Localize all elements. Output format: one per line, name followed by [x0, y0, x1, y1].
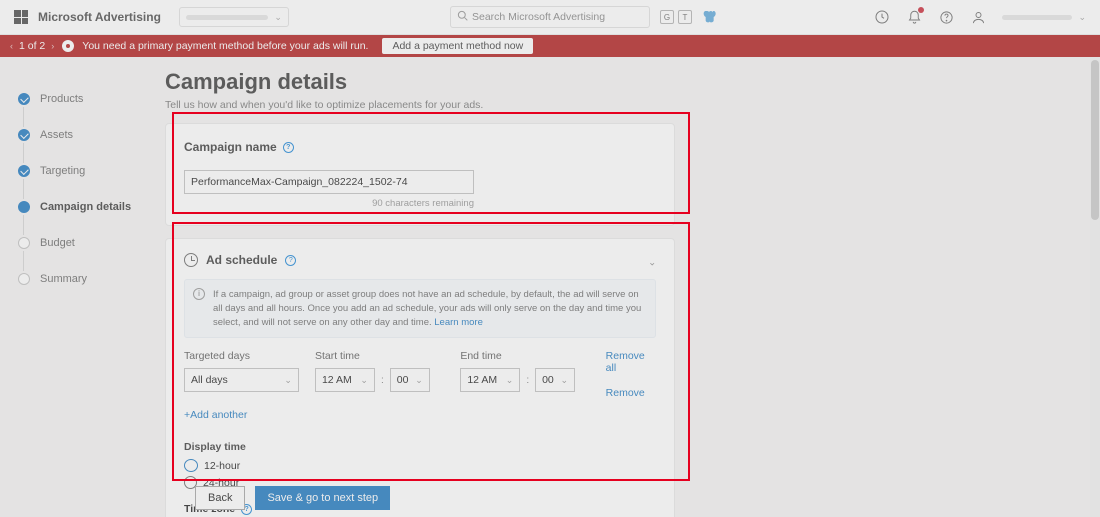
brand-name: Microsoft Advertising	[38, 10, 161, 24]
chevron-down-icon: ⌄	[1078, 12, 1086, 23]
app-header: Microsoft Advertising ⌄ Search Microsoft…	[0, 0, 1100, 35]
step-current-icon	[18, 201, 30, 213]
help-tooltip-icon[interactable]: ?	[285, 255, 296, 266]
start-min-select[interactable]: 00⌄	[390, 368, 430, 392]
account-name-placeholder	[186, 15, 268, 20]
pager-prev-icon[interactable]: ‹	[10, 41, 13, 51]
header-badges: G T	[660, 8, 718, 26]
feedback-icon[interactable]	[874, 9, 890, 25]
page-title: Campaign details	[165, 69, 1070, 95]
search-placeholder: Search Microsoft Advertising	[472, 11, 605, 23]
content-area: Campaign details Tell us how and when yo…	[165, 57, 1100, 517]
notifications-icon[interactable]	[906, 9, 922, 25]
ad-schedule-title: Ad schedule	[206, 253, 277, 267]
step-todo-icon	[18, 273, 30, 285]
chevron-down-icon: ⌄	[284, 375, 292, 386]
radio-selected-icon	[184, 459, 198, 472]
campaign-name-input[interactable]	[184, 170, 474, 194]
col-days-label: Targeted days	[184, 350, 299, 362]
step-budget[interactable]: Budget	[18, 225, 165, 261]
chevron-down-icon: ⌄	[415, 375, 423, 386]
badge-t[interactable]: T	[678, 10, 692, 24]
step-targeting[interactable]: Targeting	[18, 153, 165, 189]
badge-g[interactable]: G	[660, 10, 674, 24]
user-icon[interactable]	[970, 9, 986, 25]
start-hour-select[interactable]: 12 AM⌄	[315, 368, 375, 392]
alert-dot-icon	[62, 40, 74, 52]
schedule-info: i If a campaign, ad group or asset group…	[184, 279, 656, 338]
collapse-icon[interactable]: ⌃	[648, 255, 656, 266]
step-label: Summary	[40, 273, 87, 285]
remove-all-link[interactable]: Remove all	[606, 350, 656, 374]
time-sep: :	[526, 375, 529, 386]
account-switcher[interactable]: ⌄	[179, 7, 289, 27]
scrollbar-thumb[interactable]	[1091, 60, 1099, 220]
step-products[interactable]: Products	[18, 81, 165, 117]
clock-icon	[184, 253, 198, 267]
wizard-footer: Back Save & go to next step	[165, 479, 1088, 517]
col-end-label: End time	[460, 350, 589, 362]
chevron-down-icon: ⌄	[360, 375, 368, 386]
add-payment-button[interactable]: Add a payment method now	[382, 38, 533, 54]
days-value: All days	[191, 374, 228, 386]
remove-link[interactable]: Remove	[606, 387, 656, 399]
campaign-name-card: Campaign name ? 90 characters remaining	[165, 123, 675, 226]
save-next-button[interactable]: Save & go to next step	[255, 486, 390, 510]
user-name-placeholder	[1002, 15, 1072, 20]
microsoft-logo-icon	[14, 10, 28, 24]
page-subtitle: Tell us how and when you'd like to optim…	[165, 99, 1070, 111]
step-label: Products	[40, 93, 83, 105]
search-input[interactable]: Search Microsoft Advertising	[450, 6, 650, 28]
end-hour-select[interactable]: 12 AM⌄	[460, 368, 520, 392]
chevron-down-icon: ⌄	[561, 375, 569, 386]
help-icon[interactable]	[938, 9, 954, 25]
chevron-down-icon: ⌄	[506, 375, 514, 386]
step-label: Targeting	[40, 165, 85, 177]
col-start-label: Start time	[315, 350, 444, 362]
search-icon	[457, 10, 468, 24]
step-done-icon	[18, 165, 30, 177]
copilot-icon[interactable]	[700, 8, 718, 26]
char-remaining: 90 characters remaining	[184, 198, 474, 209]
step-label: Campaign details	[40, 201, 131, 213]
radio-12-label: 12-hour	[204, 460, 240, 472]
time-sep: :	[381, 375, 384, 386]
step-todo-icon	[18, 237, 30, 249]
info-icon: i	[193, 288, 205, 300]
info-text: If a campaign, ad group or asset group d…	[213, 289, 641, 328]
back-button[interactable]: Back	[195, 486, 245, 510]
step-done-icon	[18, 129, 30, 141]
campaign-name-label: Campaign name	[184, 140, 277, 154]
alert-banner: ‹ 1 of 2 › You need a primary payment me…	[0, 35, 1100, 57]
pager-next-icon[interactable]: ›	[51, 41, 54, 51]
wizard-sidebar: Products Assets Targeting Campaign detai…	[0, 57, 165, 517]
add-another-link[interactable]: +Add another	[184, 409, 247, 421]
alert-message: You need a primary payment method before…	[82, 40, 368, 52]
step-done-icon	[18, 93, 30, 105]
display-time-label: Display time	[184, 441, 656, 453]
alert-pager: ‹ 1 of 2 ›	[10, 40, 54, 52]
end-min-select[interactable]: 00⌄	[535, 368, 575, 392]
chevron-down-icon: ⌄	[274, 12, 282, 23]
step-campaign-details[interactable]: Campaign details	[18, 189, 165, 225]
learn-more-link[interactable]: Learn more	[434, 317, 483, 328]
user-menu[interactable]: ⌄	[1002, 12, 1086, 23]
step-assets[interactable]: Assets	[18, 117, 165, 153]
ad-schedule-card: Ad schedule ? ⌃ i If a campaign, ad grou…	[165, 238, 675, 517]
step-label: Assets	[40, 129, 73, 141]
step-summary[interactable]: Summary	[18, 261, 165, 297]
step-label: Budget	[40, 237, 75, 249]
help-tooltip-icon[interactable]: ?	[283, 142, 294, 153]
targeted-days-select[interactable]: All days ⌄	[184, 368, 299, 392]
pager-label: 1 of 2	[19, 40, 45, 52]
radio-12-hour[interactable]: 12-hour	[184, 459, 656, 472]
